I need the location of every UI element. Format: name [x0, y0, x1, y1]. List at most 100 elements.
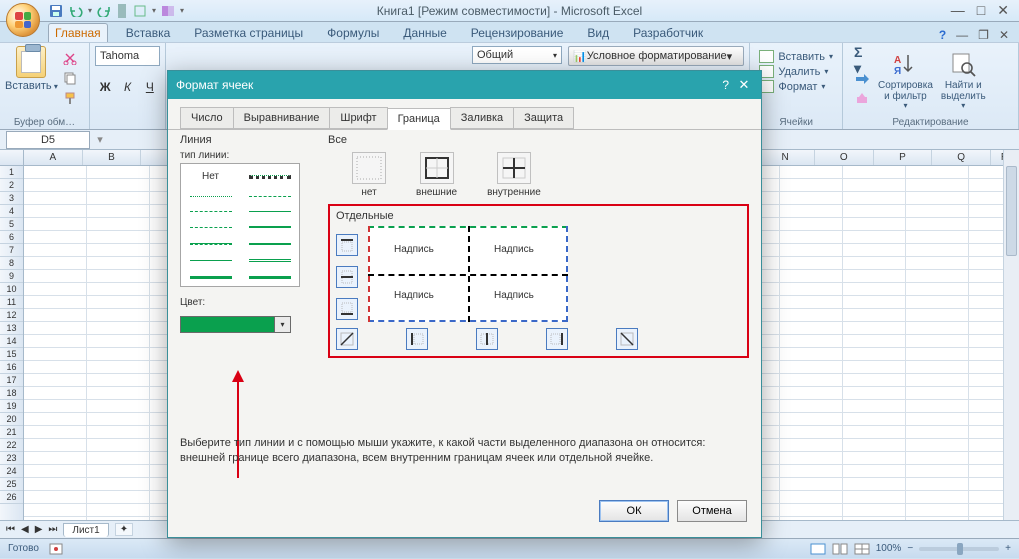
- undo-dropdown[interactable]: ▾: [88, 6, 92, 15]
- zoom-out-icon[interactable]: −: [907, 543, 913, 554]
- border-left-button[interactable]: [406, 328, 428, 350]
- conditional-formatting-button[interactable]: 📊 Условное форматирование ▾: [568, 46, 744, 66]
- qat-extra-2-icon[interactable]: [160, 3, 176, 19]
- font-name-select[interactable]: Tahoma: [95, 46, 160, 66]
- color-dropdown[interactable]: ▾: [274, 316, 291, 333]
- line-style-7[interactable]: [240, 219, 299, 235]
- tab-formulas[interactable]: Формулы: [321, 24, 385, 42]
- view-page-break-icon[interactable]: [854, 543, 870, 555]
- maximize-icon[interactable]: □: [977, 2, 985, 19]
- italic-button[interactable]: К: [117, 76, 137, 98]
- sheet-nav-first-icon[interactable]: ⏮: [6, 524, 15, 535]
- border-bottom-button[interactable]: [336, 298, 358, 320]
- number-format-select[interactable]: Общий▾: [472, 46, 562, 64]
- preset-outer-button[interactable]: [420, 152, 454, 184]
- border-right-button[interactable]: [546, 328, 568, 350]
- delete-cells-button[interactable]: Удалить ▾: [759, 65, 833, 78]
- line-style-10[interactable]: [181, 252, 240, 269]
- tab-page-layout[interactable]: Разметка страницы: [188, 24, 309, 42]
- zoom-slider[interactable]: [919, 547, 999, 551]
- doc-close-icon[interactable]: ✕: [999, 28, 1009, 42]
- line-style-2[interactable]: [181, 189, 240, 204]
- line-style-13[interactable]: [240, 269, 299, 286]
- dialog-close-icon[interactable]: ✕: [735, 76, 753, 94]
- sort-filter-button[interactable]: АЯ Сортировка и фильтр ▾: [878, 50, 933, 111]
- line-style-picker[interactable]: Нет: [180, 163, 300, 287]
- zoom-level[interactable]: 100%: [876, 543, 902, 554]
- line-style-12[interactable]: [181, 269, 240, 286]
- line-style-none[interactable]: Нет: [181, 164, 240, 189]
- row-headers[interactable]: 1234567891011121314151617181920212223242…: [0, 166, 24, 520]
- redo-icon[interactable]: [96, 3, 112, 19]
- find-select-button[interactable]: Найти и выделить ▾: [941, 50, 986, 111]
- dlg-tab-border[interactable]: Граница: [387, 108, 451, 130]
- border-preview[interactable]: Надпись Надпись Надпись Надпись: [368, 226, 568, 322]
- paste-button[interactable]: Вставить ▾: [5, 80, 58, 92]
- bold-button[interactable]: Ж: [95, 76, 115, 98]
- cut-icon[interactable]: [62, 50, 78, 66]
- scrollbar-vertical[interactable]: [1003, 150, 1019, 520]
- undo-icon[interactable]: [68, 3, 84, 19]
- save-icon[interactable]: [48, 3, 64, 19]
- line-style-9[interactable]: [240, 236, 299, 252]
- name-box[interactable]: D5: [6, 131, 90, 149]
- sheet-nav-prev-icon[interactable]: ◀: [21, 524, 29, 535]
- dlg-tab-number[interactable]: Число: [180, 107, 234, 129]
- border-top-button[interactable]: [336, 234, 358, 256]
- macro-record-icon[interactable]: [49, 543, 63, 555]
- line-style-11[interactable]: [240, 252, 299, 269]
- ok-button[interactable]: ОК: [599, 500, 669, 522]
- tab-review[interactable]: Рецензирование: [465, 24, 570, 42]
- sheet-nav-last-icon[interactable]: ⏭: [48, 524, 57, 535]
- autosum-icon[interactable]: Σ ▾: [854, 52, 870, 68]
- border-diag-down-button[interactable]: [616, 328, 638, 350]
- office-button[interactable]: [6, 3, 40, 37]
- preset-none-button[interactable]: [352, 152, 386, 184]
- line-style-4[interactable]: [181, 204, 240, 219]
- tab-developer[interactable]: Разработчик: [627, 24, 709, 42]
- minimize-icon[interactable]: ―: [951, 2, 965, 19]
- dlg-tab-font[interactable]: Шрифт: [329, 107, 387, 129]
- format-cells-button[interactable]: Формат ▾: [759, 80, 833, 93]
- line-style-5[interactable]: [240, 204, 299, 219]
- close-window-icon[interactable]: ✕: [997, 2, 1009, 19]
- zoom-in-icon[interactable]: +: [1005, 543, 1011, 554]
- ribbon-help-icon[interactable]: ?: [939, 28, 946, 42]
- name-box-dropdown[interactable]: ▾: [90, 133, 110, 146]
- clear-icon[interactable]: [854, 90, 870, 106]
- color-swatch[interactable]: [180, 316, 274, 333]
- tab-insert[interactable]: Вставка: [120, 24, 177, 42]
- format-painter-icon[interactable]: [62, 90, 78, 106]
- cancel-button[interactable]: Отмена: [677, 500, 747, 522]
- dlg-tab-fill[interactable]: Заливка: [450, 107, 514, 129]
- tab-home[interactable]: Главная: [48, 23, 108, 42]
- sheet-nav-next-icon[interactable]: ▶: [35, 524, 43, 535]
- border-middle-v-button[interactable]: [476, 328, 498, 350]
- qat-customize[interactable]: ▾: [180, 6, 184, 15]
- dlg-tab-alignment[interactable]: Выравнивание: [233, 107, 331, 129]
- dialog-help-icon[interactable]: ?: [722, 78, 729, 92]
- line-style-3[interactable]: [240, 189, 299, 204]
- doc-restore-icon[interactable]: ❐: [978, 28, 989, 42]
- border-middle-h-button[interactable]: [336, 266, 358, 288]
- qat-extra-1-icon[interactable]: [132, 3, 148, 19]
- new-sheet-icon[interactable]: ✦: [115, 523, 133, 536]
- line-style-8[interactable]: [181, 236, 240, 252]
- border-diag-up-button[interactable]: [336, 328, 358, 350]
- tab-data[interactable]: Данные: [397, 24, 452, 42]
- fill-icon[interactable]: [854, 71, 870, 87]
- view-page-layout-icon[interactable]: [832, 543, 848, 555]
- dlg-tab-protection[interactable]: Защита: [513, 107, 574, 129]
- tab-view[interactable]: Вид: [581, 24, 615, 42]
- insert-cells-button[interactable]: Вставить ▾: [759, 50, 833, 63]
- preset-inner-button[interactable]: [497, 152, 531, 184]
- view-normal-icon[interactable]: [810, 543, 826, 555]
- copy-icon[interactable]: [62, 70, 78, 86]
- sheet-tab-1[interactable]: Лист1: [63, 523, 108, 537]
- paste-icon[interactable]: [16, 46, 46, 78]
- underline-button[interactable]: Ч: [140, 76, 160, 98]
- qat-extra-1-dropdown[interactable]: ▾: [152, 6, 156, 15]
- line-style-6[interactable]: [181, 219, 240, 235]
- line-style-1[interactable]: [240, 164, 299, 189]
- doc-minimize-icon[interactable]: ―: [956, 28, 968, 42]
